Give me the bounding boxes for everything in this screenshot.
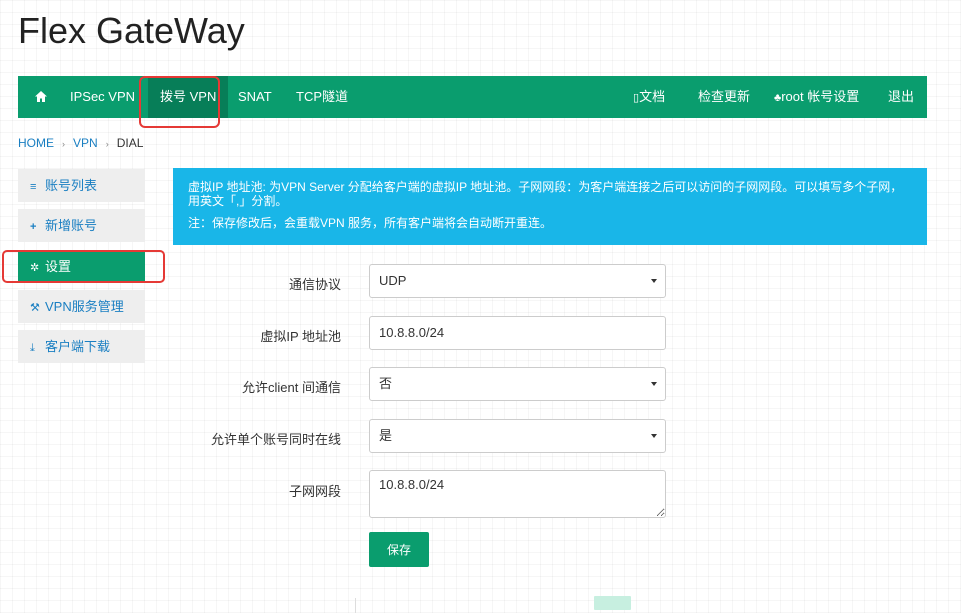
multi-login-select[interactable]: 是 <box>369 419 666 453</box>
breadcrumb: HOME › VPN › DIAL <box>18 136 143 150</box>
gear-icon: ✲ <box>30 262 40 274</box>
list-icon: ≡ <box>30 181 37 193</box>
caret-down-icon <box>651 382 657 386</box>
caret-down-icon <box>651 279 657 283</box>
home-icon[interactable] <box>24 76 58 118</box>
client-to-client-select[interactable]: 否 <box>369 367 666 401</box>
subnet-label: 子网网段 <box>288 484 341 499</box>
download-icon: ⤓ <box>30 342 35 354</box>
plus-icon: + <box>30 221 37 233</box>
client-to-client-label: 允许client 间通信 <box>242 380 341 395</box>
nav-ipsec-vpn[interactable]: IPSec VPN <box>60 76 145 118</box>
app-title: Flex GateWay <box>18 10 245 51</box>
ip-pool-input[interactable]: 10.8.8.0/24 <box>369 316 666 350</box>
nav-check-update[interactable]: 检查更新 <box>688 76 760 118</box>
footer-ghost-button <box>594 596 631 610</box>
breadcrumb-vpn[interactable]: VPN <box>73 136 98 150</box>
nav-root-settings[interactable]: ♣root 帐号设置 <box>764 76 869 118</box>
chevron-right-icon: › <box>105 139 109 149</box>
multi-login-label: 允许单个账号同时在线 <box>210 432 341 447</box>
subnet-textarea[interactable]: 10.8.8.0/24 <box>369 470 666 518</box>
nav-snat[interactable]: SNAT <box>228 76 282 118</box>
protocol-select[interactable]: UDP <box>369 264 666 298</box>
nav-docs[interactable]: ▯文档 <box>623 76 675 118</box>
nav-tcp-tunnel[interactable]: TCP隧道 <box>286 76 358 118</box>
sidebar-item-client-download[interactable]: ⤓ 客户端下载 <box>18 330 145 363</box>
info-alert: 虚拟IP 地址池: 为VPN Server 分配给客户端的虚拟IP 地址池。子网… <box>173 168 927 245</box>
ip-pool-label: 虚拟IP 地址池 <box>260 329 341 344</box>
protocol-label: 通信协议 <box>288 277 341 292</box>
sidebar-item-vpn-service[interactable]: ⚒ VPN服务管理 <box>18 290 145 323</box>
info-description: 虚拟IP 地址池: 为VPN Server 分配给客户端的虚拟IP 地址池。子网… <box>188 180 903 208</box>
save-button[interactable]: 保存 <box>369 532 429 567</box>
sidebar-item-settings[interactable]: ✲ 设置 <box>18 250 145 283</box>
divider <box>355 598 356 613</box>
top-navbar: IPSec VPN 拨号 VPN SNAT TCP隧道 ▯文档 检查更新 ♣ro… <box>18 76 927 118</box>
wrench-icon: ⚒ <box>30 302 40 314</box>
info-note: 注：保存修改后，会重载VPN 服务，所有客户端将会自动断开重连。 <box>188 216 553 230</box>
nav-dial-vpn[interactable]: 拨号 VPN <box>148 76 229 118</box>
caret-down-icon <box>651 434 657 438</box>
nav-logout[interactable]: 退出 <box>878 76 924 118</box>
breadcrumb-home[interactable]: HOME <box>18 136 54 150</box>
chevron-right-icon: › <box>62 139 65 149</box>
sidebar-item-account-list[interactable]: ≡ 账号列表 <box>18 169 145 202</box>
sidebar-item-add-account[interactable]: + 新增账号 <box>18 209 145 242</box>
breadcrumb-current: DIAL <box>116 136 144 150</box>
